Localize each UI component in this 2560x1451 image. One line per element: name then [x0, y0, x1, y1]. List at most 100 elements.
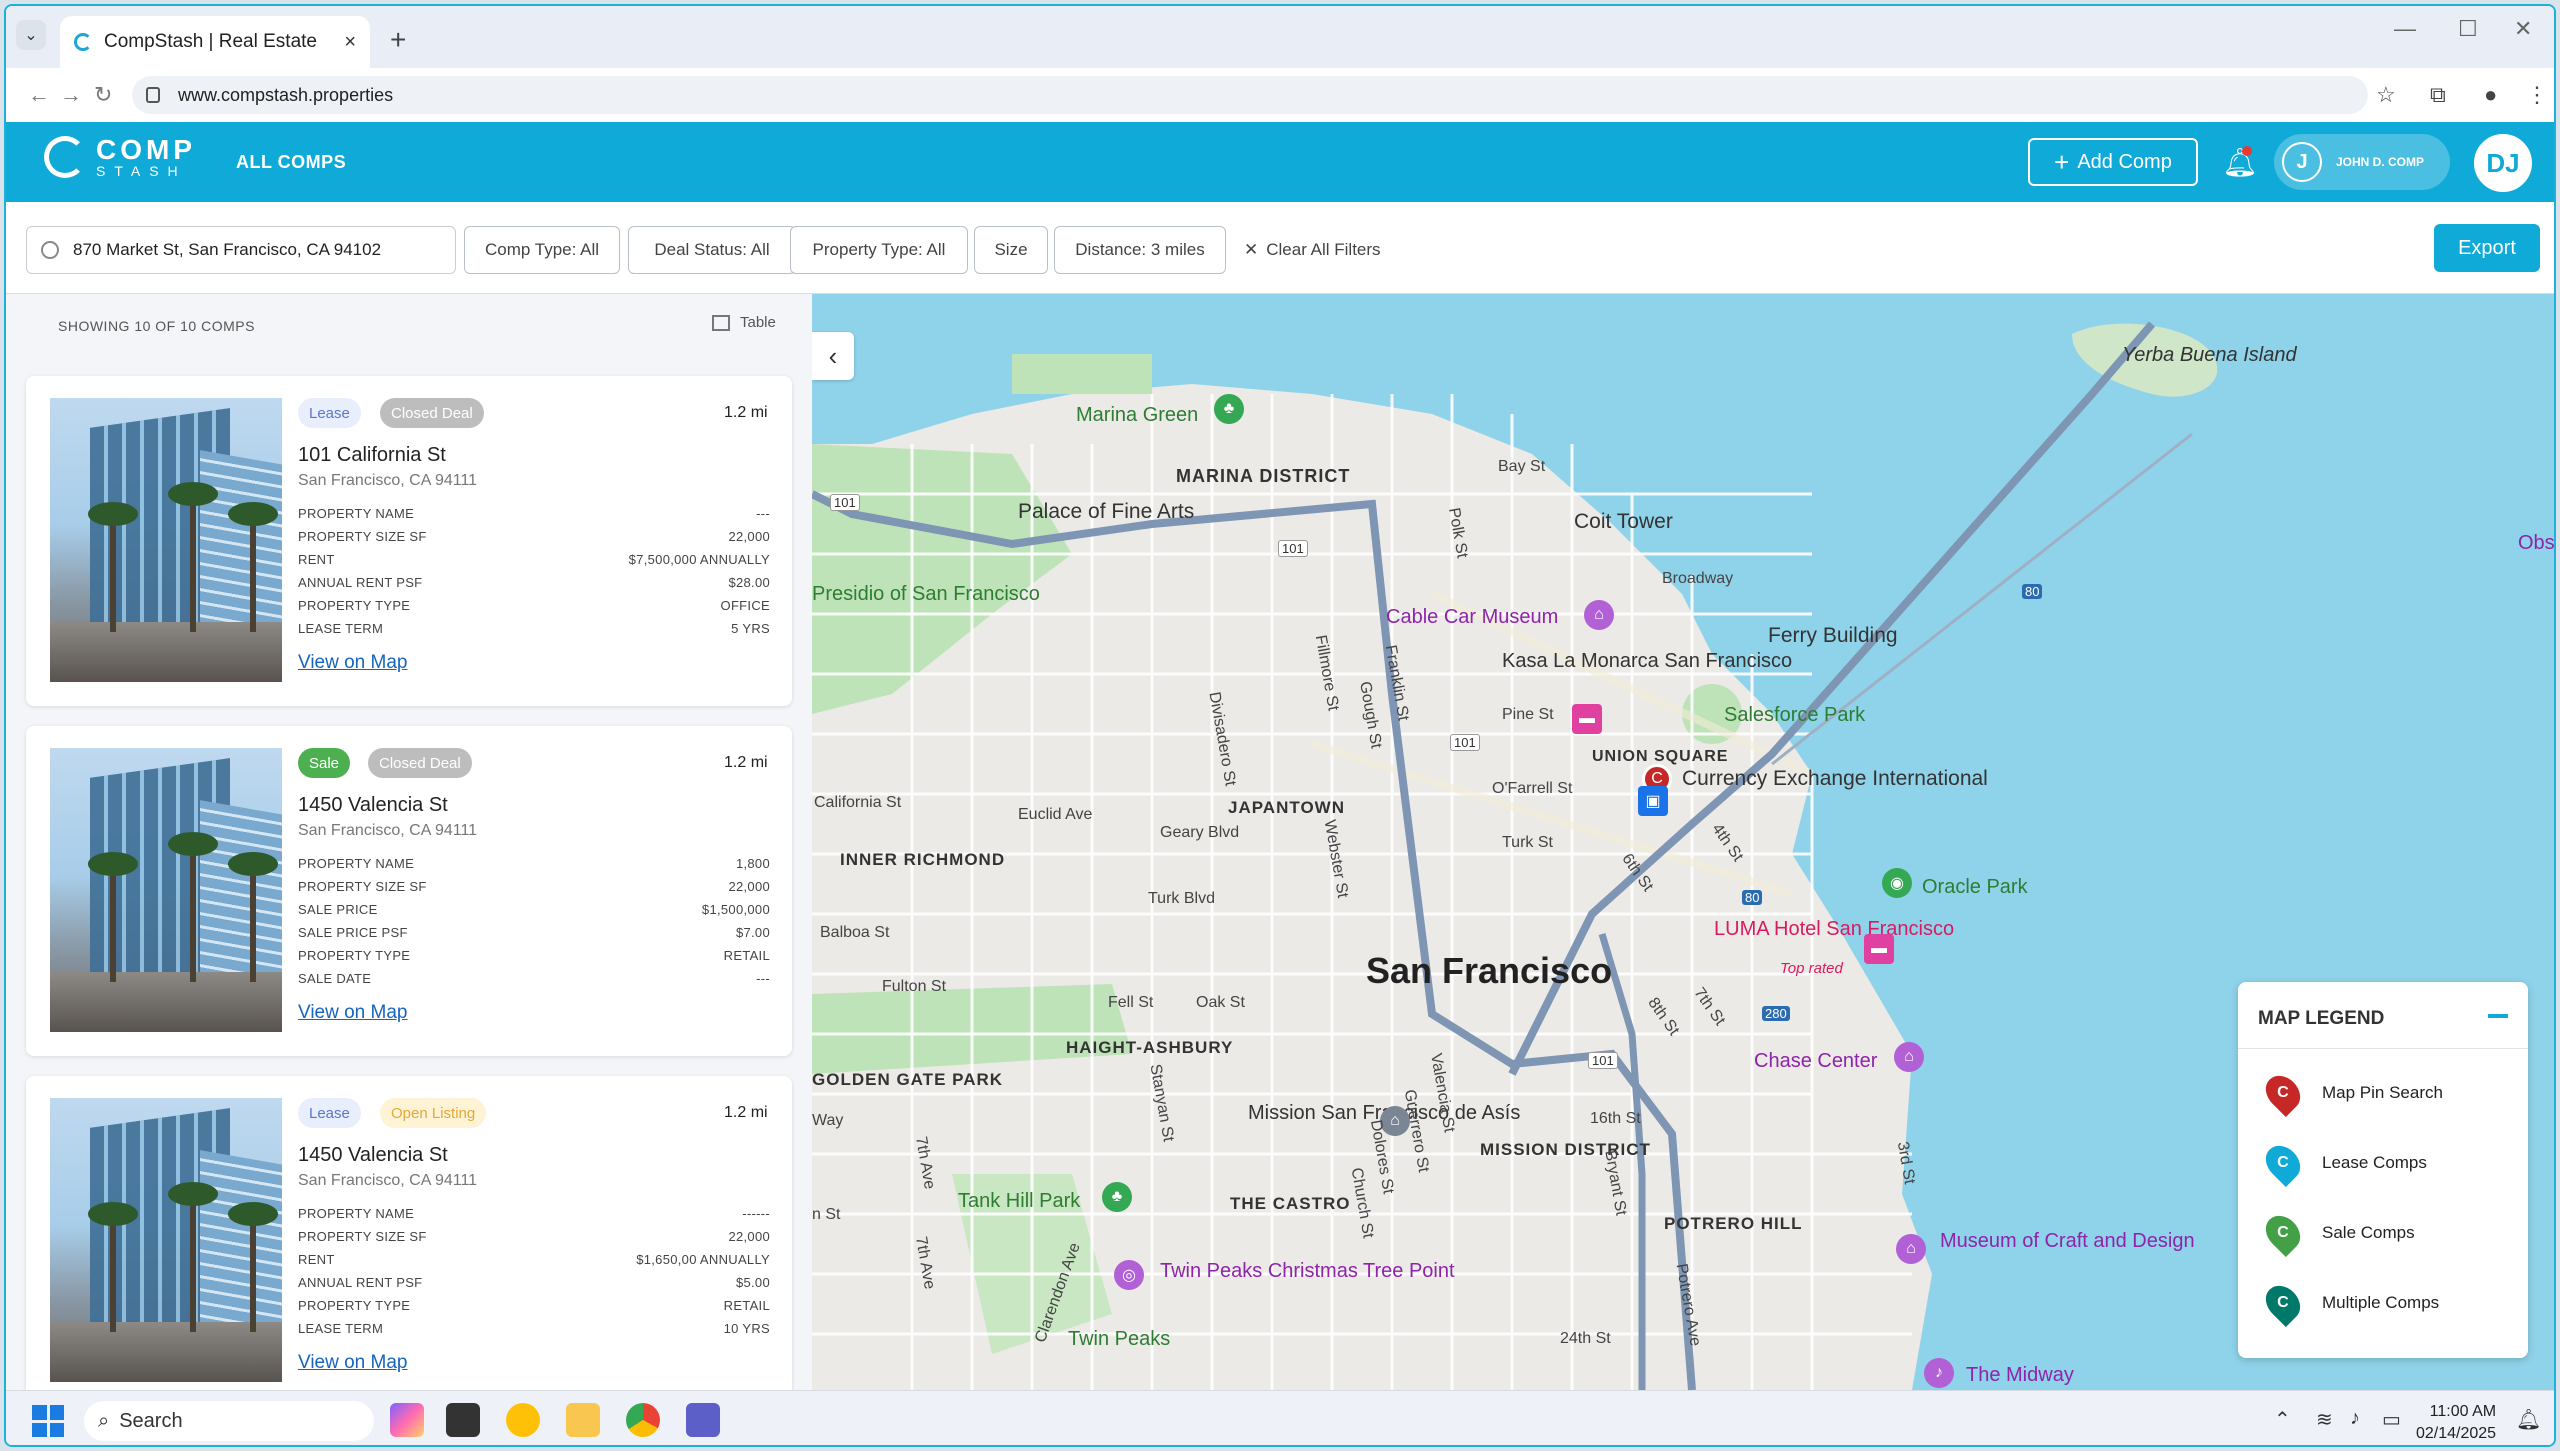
browser-menu-icon[interactable]: ⋮: [2526, 82, 2548, 108]
back-icon[interactable]: ←: [28, 82, 50, 108]
comp-type-filter[interactable]: Comp Type: All: [464, 226, 620, 274]
size-filter[interactable]: Size: [974, 226, 1048, 274]
prop-value: $28.00: [728, 575, 770, 590]
collapse-panel-button[interactable]: ‹: [812, 332, 854, 380]
volume-icon[interactable]: ♪: [2350, 1407, 2360, 1430]
new-tab-button[interactable]: +: [390, 24, 406, 56]
venue-pin-icon[interactable]: ♪: [1924, 1358, 1954, 1388]
chrome-icon[interactable]: [626, 1403, 660, 1437]
minimize-icon[interactable]: —: [2394, 16, 2416, 42]
prop-label: ANNUAL RENT PSF: [298, 575, 423, 590]
copilot-icon[interactable]: [390, 1403, 424, 1437]
system-clock[interactable]: 11:00 AM 02/14/2025: [2416, 1401, 2496, 1445]
museum-pin-icon[interactable]: ⌂: [1584, 600, 1614, 630]
nav-all-comps[interactable]: ALL COMPS: [236, 152, 346, 173]
map-label: JAPANTOWN: [1228, 798, 1345, 817]
prop-value: ------: [742, 1206, 770, 1221]
battery-icon[interactable]: ▭: [2382, 1407, 2401, 1432]
browser-tab[interactable]: CompStash | Real Estate ×: [60, 16, 370, 68]
tab-title: CompStash | Real Estate: [104, 31, 317, 52]
task-view-icon[interactable]: [446, 1403, 480, 1437]
comp-card[interactable]: Sale Closed Deal 1.2 mi 1450 Valencia St…: [26, 726, 792, 1056]
add-comp-label: Add Comp: [2077, 150, 2172, 173]
url-field[interactable]: www.compstash.properties: [132, 76, 2368, 114]
notification-bell-icon[interactable]: 🔔︎: [2222, 146, 2258, 179]
export-button[interactable]: Export: [2434, 224, 2540, 272]
profile-icon[interactable]: ●: [2484, 82, 2497, 108]
browser-window: ⌄ CompStash | Real Estate × + — ☐ ✕ ← → …: [4, 4, 2556, 1447]
arena-pin-icon[interactable]: ⌂: [1894, 1042, 1924, 1072]
comp-marker-icon[interactable]: ▣: [1638, 786, 1668, 816]
stadium-pin-icon[interactable]: ◉: [1882, 868, 1912, 898]
prop-label: PROPERTY SIZE SF: [298, 529, 427, 544]
map-label: MARINA DISTRICT: [1176, 466, 1351, 486]
profile-avatar[interactable]: DJ: [2474, 134, 2532, 192]
map-label: Kasa La Monarca San Francisco: [1502, 650, 1793, 672]
add-comp-button[interactable]: + Add Comp: [2028, 138, 2198, 186]
prop-label: RENT: [298, 1252, 335, 1267]
park-pin-icon[interactable]: ♣: [1214, 394, 1244, 424]
view-on-map-link[interactable]: View on Map: [298, 1352, 408, 1374]
map-view[interactable]: ‹ Yerba Buena Island Marina Green ♣ MARI…: [812, 294, 2554, 1390]
deal-status-filter[interactable]: Deal Status: All: [628, 226, 796, 274]
app-icon[interactable]: [506, 1403, 540, 1437]
notifications-icon[interactable]: 🔔︎: [2516, 1407, 2541, 1432]
map-label: Ferry Building: [1768, 624, 1898, 647]
property-photo: [50, 748, 282, 1032]
property-photo: [50, 1098, 282, 1382]
bookmark-star-icon[interactable]: ☆: [2376, 82, 2396, 108]
tray-chevron-icon[interactable]: ⌃: [2274, 1407, 2291, 1432]
map-label: Salesforce Park: [1724, 704, 1866, 726]
reload-icon[interactable]: ↻: [94, 82, 112, 108]
forward-icon[interactable]: →: [60, 82, 82, 108]
filter-bar: 870 Market St, San Francisco, CA 94102 C…: [6, 202, 2554, 294]
table-view-toggle[interactable]: Table: [712, 314, 776, 331]
clear-all-label: Clear All Filters: [1266, 240, 1381, 259]
close-window-icon[interactable]: ✕: [2514, 16, 2532, 42]
tab-list-button[interactable]: ⌄: [16, 20, 46, 50]
map-label: 24th St: [1560, 1330, 1611, 1347]
user-menu[interactable]: J JOHN D. COMP: [2274, 134, 2450, 190]
clear-all-filters-button[interactable]: ✕ Clear All Filters: [1244, 240, 1381, 260]
distance-filter[interactable]: Distance: 3 miles: [1054, 226, 1226, 274]
map-label: O'Farrell St: [1492, 780, 1573, 797]
legend-item-label: Map Pin Search: [2322, 1083, 2443, 1102]
comp-city: San Francisco, CA 94111: [298, 472, 478, 489]
map-label: Balboa St: [820, 924, 890, 941]
legend-item-label: Multiple Comps: [2322, 1293, 2440, 1312]
highway-shield: 280: [1762, 1006, 1790, 1021]
windows-taskbar: ⌕ Search ⌃ ≋ ♪ ▭ 11:00 AM 02/14/2025 🔔︎: [6, 1390, 2554, 1445]
property-type-filter[interactable]: Property Type: All: [790, 226, 968, 274]
table-grid-icon: [712, 314, 730, 331]
comp-card[interactable]: Lease Closed Deal 1.2 mi 101 California …: [26, 376, 792, 706]
comp-distance: 1.2 mi: [724, 754, 768, 771]
close-tab-icon[interactable]: ×: [344, 31, 356, 54]
legend-item: C Lease Comps: [2258, 1138, 2427, 1188]
park-pin-icon[interactable]: ♣: [1102, 1182, 1132, 1212]
windows-start-icon[interactable]: [32, 1405, 64, 1437]
hotel-pin-icon[interactable]: ▬: [1572, 704, 1602, 734]
sale-comps-icon: C: [2258, 1208, 2308, 1258]
extensions-icon[interactable]: ⧉: [2430, 82, 2446, 108]
wifi-icon[interactable]: ≋: [2316, 1407, 2333, 1432]
map-label: California St: [814, 794, 902, 811]
address-search-input[interactable]: 870 Market St, San Francisco, CA 94102: [26, 226, 456, 274]
viewpoint-pin-icon[interactable]: ◎: [1114, 1260, 1144, 1290]
hotel-pin-icon[interactable]: ▬: [1864, 934, 1894, 964]
map-pin-search-icon: C: [2258, 1068, 2308, 1118]
view-on-map-link[interactable]: View on Map: [298, 652, 408, 674]
search-value: 870 Market St, San Francisco, CA 94102: [73, 240, 382, 259]
comp-card[interactable]: Lease Open Listing 1.2 mi 1450 Valencia …: [26, 1076, 792, 1390]
collapse-legend-icon[interactable]: [2488, 1014, 2508, 1018]
prop-value: 22,000: [728, 529, 770, 544]
museum-pin-icon[interactable]: ⌂: [1896, 1234, 1926, 1264]
taskbar-search[interactable]: ⌕ Search: [84, 1401, 374, 1441]
file-explorer-icon[interactable]: [566, 1403, 600, 1437]
view-on-map-link[interactable]: View on Map: [298, 1002, 408, 1024]
teams-icon[interactable]: [686, 1403, 720, 1437]
compstash-logo[interactable]: COMP STASH: [44, 136, 196, 178]
clear-x-icon: ✕: [1244, 240, 1259, 259]
maximize-icon[interactable]: ☐: [2458, 16, 2478, 42]
prop-label: PROPERTY NAME: [298, 856, 415, 871]
map-label: Twin Peaks Christmas Tree Point: [1160, 1260, 1455, 1282]
